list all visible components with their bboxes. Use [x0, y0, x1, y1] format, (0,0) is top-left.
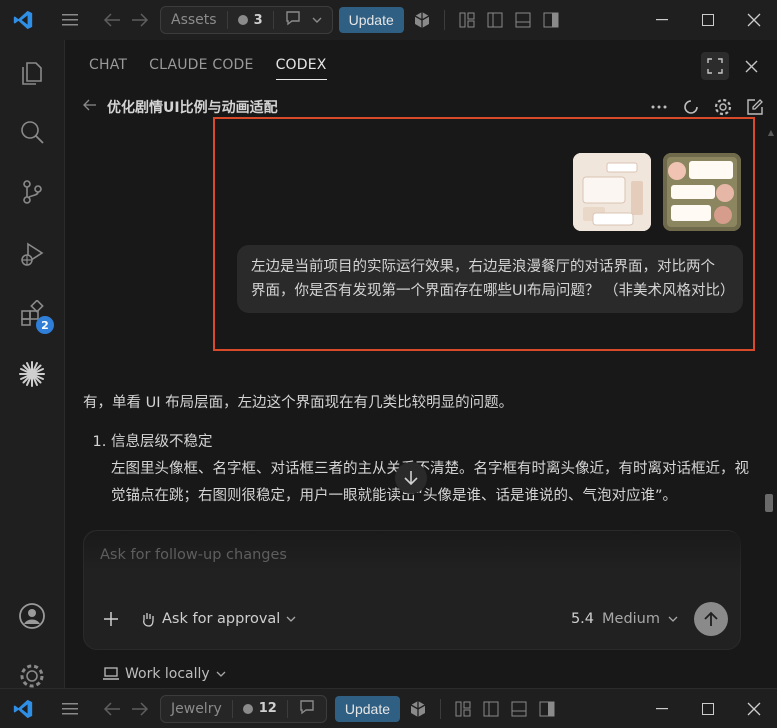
loading-spinner-icon — [680, 96, 702, 118]
panel-tabs: CHAT CLAUDE CODE CODEX — [65, 40, 777, 90]
workspace-selector[interactable]: Jewelry 12 — [160, 694, 327, 723]
tab-codex[interactable]: CODEX — [275, 51, 327, 80]
scroll-up-icon[interactable]: ▲ — [768, 128, 774, 137]
model-version: 5.4 — [570, 611, 595, 627]
close-window-icon[interactable] — [731, 0, 777, 40]
maximize-panel-icon[interactable] — [701, 52, 729, 80]
work-mode-label: Work locally — [125, 666, 210, 682]
assistant-list: 信息层级不稳定 左图里头像框、名字框、对话框三者的主从关系不清楚。名字框有时离头… — [111, 429, 763, 510]
minimize-icon[interactable] — [639, 0, 685, 40]
hand-icon — [143, 613, 154, 627]
cube-icon[interactable] — [408, 6, 436, 34]
activity-bar: 2 — [0, 40, 64, 688]
workspace-name: Assets — [171, 12, 217, 28]
back-arrow-icon[interactable] — [98, 695, 126, 723]
second-window-title-bar: Jewelry 12 Update — [0, 688, 777, 728]
forward-arrow-icon[interactable] — [126, 6, 154, 34]
toggle-sidebar-icon[interactable] — [477, 695, 505, 723]
cube-icon[interactable] — [404, 695, 432, 723]
changes-dot-icon — [242, 703, 253, 714]
vscode-logo-icon — [0, 698, 46, 720]
chevron-down-icon — [216, 671, 226, 677]
changes-count: 3 — [253, 12, 263, 28]
work-mode-dropdown[interactable]: Work locally — [103, 666, 226, 682]
followup-input[interactable]: Ask for follow-up changes — [100, 547, 287, 563]
search-icon[interactable] — [0, 104, 64, 160]
customize-layout-icon[interactable] — [453, 6, 481, 34]
scroll-to-bottom-button[interactable] — [395, 462, 427, 494]
codex-panel: CHAT CLAUDE CODE CODEX 优化剧情UI比例与动画适配 左边是… — [64, 40, 777, 688]
scrollbar[interactable]: ▲ — [763, 122, 777, 682]
maximize-icon[interactable] — [685, 0, 731, 40]
tab-claude-code[interactable]: CLAUDE CODE — [149, 51, 253, 79]
attachment-thumbnail-reference-ui[interactable] — [663, 153, 741, 231]
toggle-secondary-sidebar-icon[interactable] — [537, 6, 565, 34]
add-attachment-icon[interactable] — [96, 604, 126, 634]
minimize-icon[interactable] — [639, 689, 685, 728]
toggle-sidebar-icon[interactable] — [481, 6, 509, 34]
maximize-icon[interactable] — [685, 689, 731, 728]
approval-label: Ask for approval — [162, 611, 281, 627]
close-panel-icon[interactable] — [737, 52, 765, 80]
list-item-title: 信息层级不稳定 — [111, 434, 213, 450]
sync-chat-icon[interactable] — [298, 699, 316, 719]
send-button[interactable] — [694, 602, 728, 636]
approval-mode-dropdown[interactable]: Ask for approval — [140, 611, 296, 627]
tab-chat[interactable]: CHAT — [89, 51, 127, 79]
reasoning-effort: Medium — [602, 611, 660, 627]
list-item: 信息层级不稳定 左图里头像框、名字框、对话框三者的主从关系不清楚。名字框有时离头… — [111, 429, 763, 510]
toggle-panel-icon[interactable] — [509, 6, 537, 34]
menu-icon[interactable] — [56, 695, 84, 723]
laptop-icon — [103, 667, 119, 680]
new-chat-icon[interactable] — [744, 96, 766, 118]
back-arrow-icon[interactable] — [98, 6, 126, 34]
assistant-intro: 有，单看 UI 布局层面，左边这个界面现在有几类比较明显的问题。 — [83, 395, 514, 411]
source-control-icon[interactable] — [0, 164, 64, 220]
conversation-title: 优化剧情UI比例与动画适配 — [107, 100, 278, 116]
toggle-panel-icon[interactable] — [505, 695, 533, 723]
chevron-down-icon — [668, 616, 678, 622]
settings-icon[interactable] — [712, 96, 734, 118]
extensions-icon[interactable]: 2 — [0, 286, 64, 342]
changes-count: 12 — [258, 701, 277, 716]
sync-chat-icon[interactable] — [284, 10, 302, 30]
update-button[interactable]: Update — [338, 7, 404, 33]
workspace-name: Jewelry — [171, 700, 222, 717]
list-item-body: 左图里头像框、名字框、对话框三者的主从关系不清楚。名字框有时离头像近，有时离对话… — [111, 461, 749, 504]
customize-layout-icon[interactable] — [449, 695, 477, 723]
chevron-down-icon[interactable] — [312, 12, 322, 28]
close-window-icon[interactable] — [731, 689, 777, 728]
back-icon[interactable] — [83, 99, 97, 115]
toggle-secondary-sidebar-icon[interactable] — [533, 695, 561, 723]
update-button[interactable]: Update — [334, 695, 400, 722]
menu-icon[interactable] — [56, 6, 84, 34]
workspace-selector[interactable]: Assets 3 — [160, 6, 333, 34]
forward-arrow-icon[interactable] — [126, 695, 154, 723]
claude-spark-icon[interactable] — [0, 346, 64, 402]
model-dropdown[interactable]: 5.4 Medium — [571, 611, 678, 627]
user-message-bubble: 左边是当前项目的实际运行效果，右边是浪漫餐厅的对话界面，对比两个界面，你是否有发… — [237, 245, 743, 313]
extensions-badge: 2 — [36, 316, 54, 334]
chevron-down-icon — [286, 616, 296, 622]
account-icon[interactable] — [0, 588, 64, 644]
changes-dot-icon — [237, 15, 248, 25]
title-bar: Assets 3 Update — [0, 0, 777, 40]
more-options-icon[interactable] — [648, 96, 670, 118]
attachment-thumbnail-current-ui[interactable] — [573, 153, 651, 231]
scrollbar-thumb[interactable] — [765, 494, 773, 512]
assistant-message: 有，单看 UI 布局层面，左边这个界面现在有几类比较明显的问题。 信息层级不稳定… — [83, 390, 763, 510]
run-debug-icon[interactable] — [0, 226, 64, 282]
vscode-logo-icon — [0, 9, 46, 31]
explorer-icon[interactable] — [0, 44, 64, 100]
composer: Ask for follow-up changes Ask for approv… — [83, 530, 742, 650]
user-message: 左边是当前项目的实际运行效果，右边是浪漫餐厅的对话界面，对比两个界面，你是否有发… — [213, 117, 755, 351]
